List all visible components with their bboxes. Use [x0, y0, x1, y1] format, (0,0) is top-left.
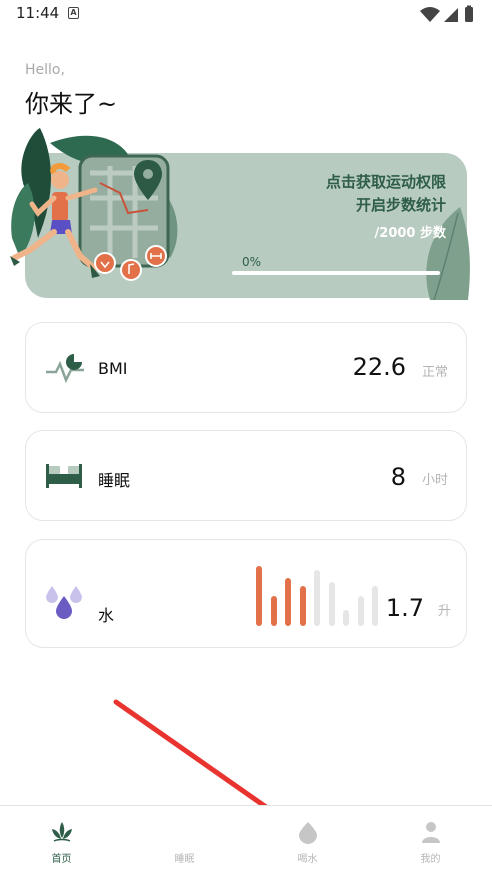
music-badge-icon: [120, 259, 142, 281]
leaf-icon: [51, 822, 72, 842]
heart-badge-icon: [94, 252, 116, 274]
wifi-icon: [420, 7, 440, 22]
water-card[interactable]: 水 1.7 升: [25, 539, 467, 648]
water-bar: [314, 570, 320, 626]
nav-label-profile: 我的: [420, 854, 441, 865]
bottom-navigation: 首页 睡眠 喝水 我的: [0, 805, 492, 876]
water-drop-icon: [298, 822, 317, 844]
runner-head: [51, 171, 69, 189]
water-bar: [328, 582, 335, 626]
sleep-label: 睡眠: [98, 471, 131, 490]
greeting-title: 你来了~: [25, 90, 118, 118]
notification-icon: A: [68, 7, 79, 19]
status-bar: 11:44 A: [0, 0, 492, 28]
nav-label-water: 喝水: [297, 854, 318, 865]
nav-label-sleep: 睡眠: [174, 854, 195, 865]
bmi-label: BMI: [98, 359, 128, 378]
water-bar: [256, 566, 262, 626]
user-icon: [421, 822, 440, 843]
status-time: 11:44: [16, 4, 60, 22]
banner-title-line1: 点击获取运动权限: [325, 173, 446, 191]
water-bar: [372, 585, 378, 626]
water-bar: [299, 585, 306, 626]
water-intake-chart: [256, 564, 386, 626]
water-bar: [285, 578, 291, 626]
runner-illustration: [10, 128, 178, 281]
bmi-card[interactable]: BMI 22.6 正常: [25, 322, 467, 413]
water-value: 1.7: [385, 594, 424, 622]
moon-icon: [178, 822, 189, 842]
battery-icon: [465, 7, 473, 22]
banner-title-line2: 开启步数统计: [355, 196, 446, 214]
water-label: 水: [98, 606, 115, 625]
bmi-pulse-icon: [46, 354, 84, 384]
banner-step-goal: /2000 步数: [374, 226, 446, 241]
sleep-value: 8: [390, 463, 406, 491]
water-bar: [357, 596, 364, 626]
leaf-decoration-icon: [426, 207, 470, 300]
signal-icon: [444, 8, 458, 22]
sleep-unit: 小时: [422, 473, 449, 488]
water-bar: [343, 609, 349, 626]
water-unit: 升: [438, 604, 452, 619]
bmi-value: 22.6: [352, 353, 406, 381]
step-progress-bar: [232, 271, 440, 275]
sleep-card[interactable]: 睡眠 8 小时: [25, 430, 467, 521]
bmi-status: 正常: [422, 365, 449, 380]
water-bar: [270, 596, 277, 626]
nav-label-home: 首页: [51, 854, 72, 865]
nav-item-water[interactable]: 喝水: [246, 806, 369, 876]
step-progress-label: 0%: [242, 255, 262, 269]
hello-text: Hello,: [25, 62, 65, 78]
nav-item-sleep[interactable]: 睡眠: [123, 806, 246, 876]
nav-item-home[interactable]: 首页: [0, 806, 123, 876]
status-icons: [420, 5, 473, 22]
water-drops-icon: [46, 586, 82, 619]
bed-icon: [46, 464, 82, 488]
nav-item-profile[interactable]: 我的: [369, 806, 492, 876]
